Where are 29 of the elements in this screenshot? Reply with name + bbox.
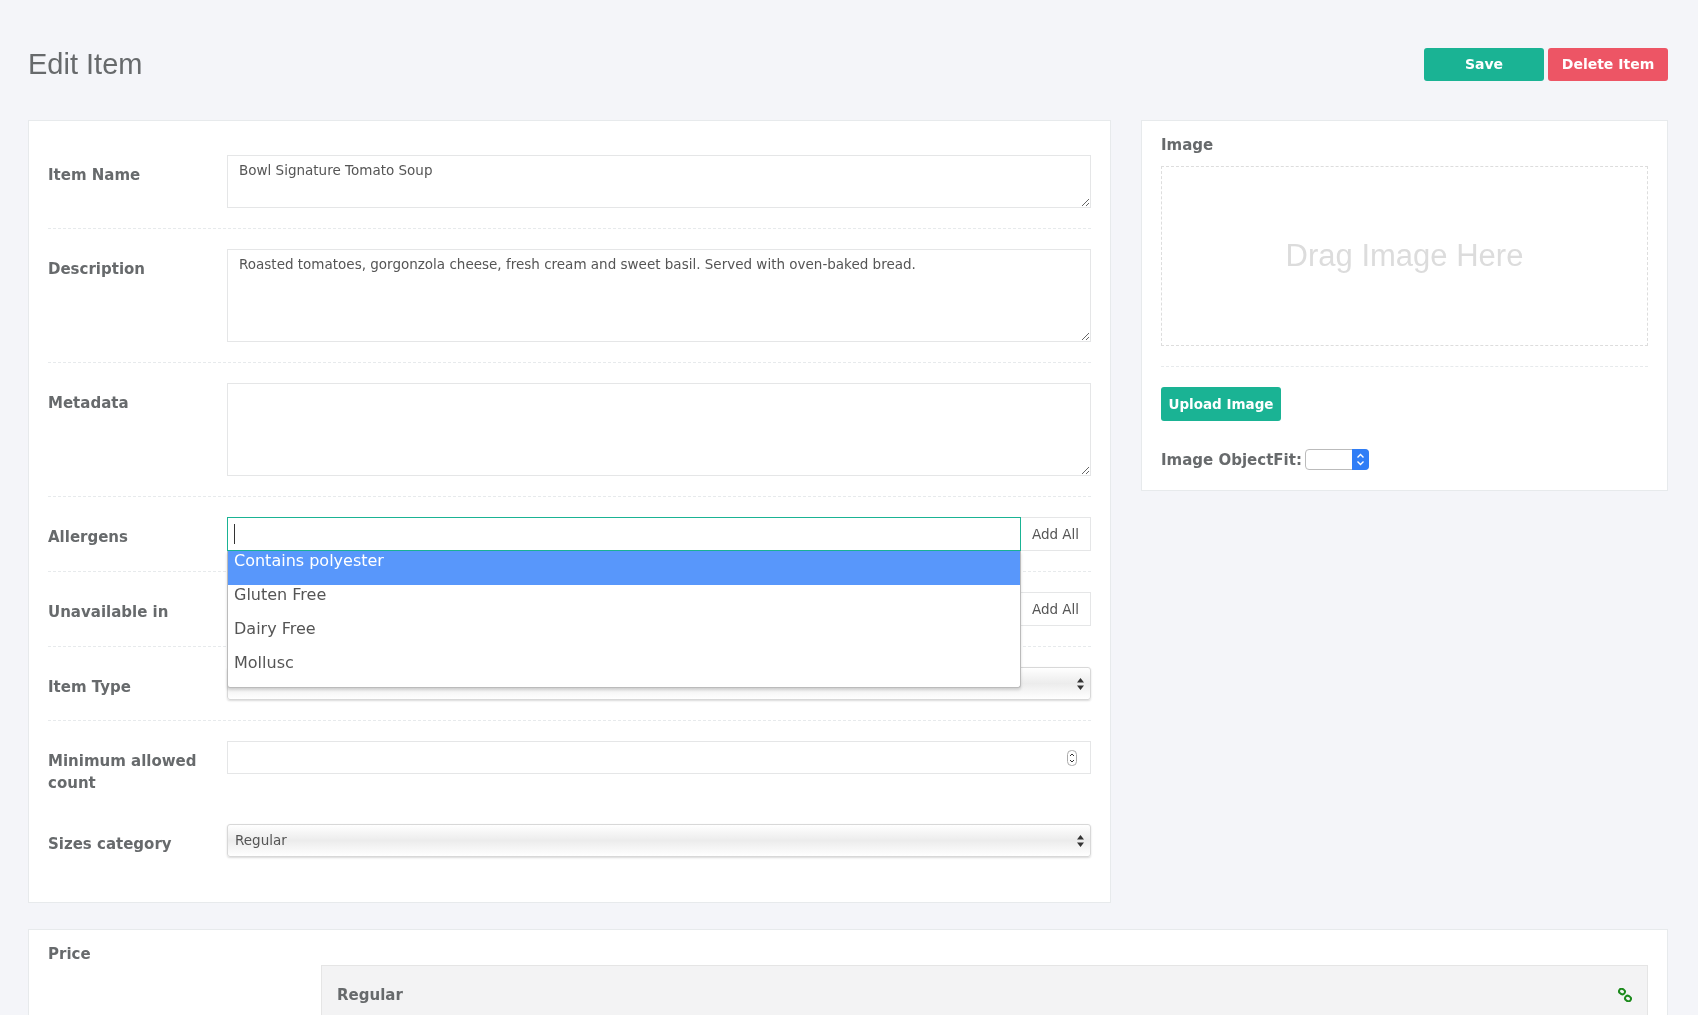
field-label: Allergens bbox=[48, 527, 129, 548]
section-title: Image bbox=[1161, 136, 1215, 154]
page-title: Edit Item bbox=[28, 47, 143, 81]
field-label: Item Type bbox=[48, 677, 132, 698]
text-field[interactable]: Bowl Signature Tomato Soup bbox=[227, 155, 1091, 208]
field-label: Unavailable in bbox=[48, 602, 170, 623]
dropdown-option[interactable]: Mollusc bbox=[228, 653, 1020, 687]
field-label: Item Name bbox=[48, 165, 142, 186]
select-field[interactable]: Regular bbox=[227, 824, 1091, 857]
select-arrows-icon bbox=[1077, 677, 1084, 690]
add-all-button[interactable]: Add All bbox=[1021, 517, 1091, 551]
spinner-icon[interactable] bbox=[1067, 750, 1077, 766]
add-all-button[interactable]: Add All bbox=[1021, 592, 1091, 626]
select-arrows-icon bbox=[1077, 834, 1084, 847]
field-label: Metadata bbox=[48, 393, 130, 414]
dropdown-option[interactable]: Dairy Free bbox=[228, 619, 1020, 653]
field-label: Sizes category bbox=[48, 834, 173, 855]
field-label: Minimum allowed count bbox=[48, 751, 198, 794]
text-area[interactable]: Roasted tomatoes, gorgonzola cheese, fresh cream and sweet basil. Served with oven-baked bread. bbox=[227, 249, 1091, 342]
panel-title: Regular bbox=[337, 986, 403, 1004]
select-arrows-icon bbox=[1351, 449, 1369, 470]
objectfit-select[interactable] bbox=[1304, 449, 1369, 470]
tag-input-field[interactable] bbox=[227, 517, 1021, 551]
number-field[interactable] bbox=[227, 741, 1091, 774]
link-icon[interactable] bbox=[1618, 988, 1632, 1002]
field-label: Description bbox=[48, 259, 147, 280]
dropdown-option[interactable]: Gluten Free bbox=[228, 585, 1020, 619]
section-title: Price bbox=[48, 945, 92, 963]
field-label: Image ObjectFit: bbox=[1161, 450, 1302, 469]
